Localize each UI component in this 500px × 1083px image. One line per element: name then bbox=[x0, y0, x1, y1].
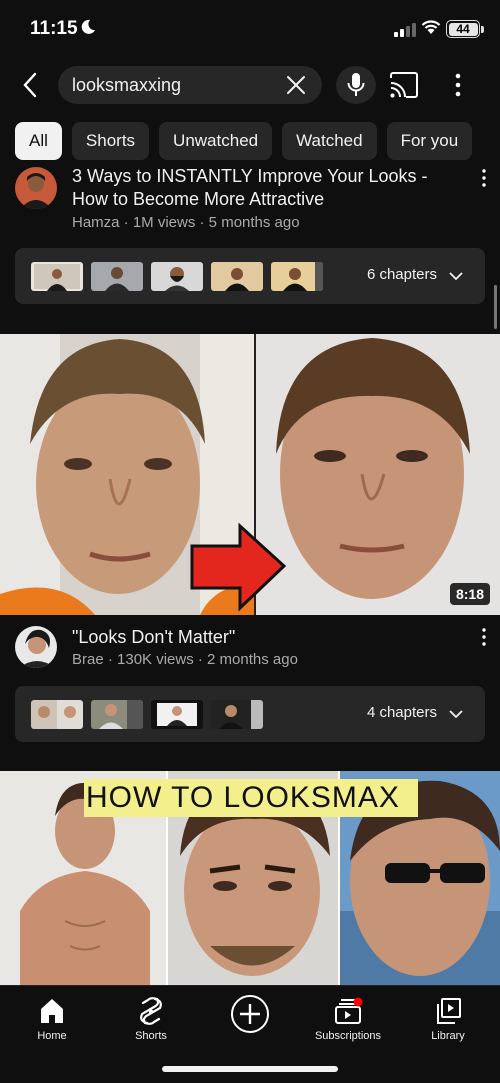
chapter-thumbnail[interactable] bbox=[211, 262, 263, 291]
video-thumbnail[interactable]: 8:18 bbox=[0, 334, 500, 615]
chapters-count: 4 chapters bbox=[366, 704, 437, 721]
nav-shorts-label: Shorts bbox=[135, 1030, 167, 1042]
cast-icon[interactable] bbox=[388, 70, 420, 100]
video-duration: 8:18 bbox=[449, 583, 490, 605]
chapter-thumbnails bbox=[31, 262, 323, 291]
chapter-thumbnail[interactable] bbox=[271, 262, 323, 291]
channel-avatar[interactable] bbox=[15, 167, 57, 209]
moon-icon bbox=[81, 19, 95, 34]
wifi-icon bbox=[421, 20, 441, 34]
chip-for-you[interactable]: For you bbox=[386, 122, 473, 160]
video-menu-icon[interactable] bbox=[479, 168, 489, 188]
channel-avatar[interactable] bbox=[15, 626, 57, 668]
clear-icon[interactable] bbox=[284, 73, 308, 97]
chapter-thumbnail[interactable] bbox=[31, 262, 83, 291]
battery-icon: 44 bbox=[446, 20, 480, 38]
battery-cap bbox=[481, 26, 484, 33]
plus-circle-icon bbox=[231, 995, 269, 1033]
chip-unwatched[interactable]: Unwatched bbox=[159, 122, 273, 160]
video-thumbnail[interactable]: HOW TO LOOKSMAX bbox=[0, 771, 500, 985]
status-bar: 11:15 44 bbox=[0, 0, 500, 60]
chapters-count: 6 chapters bbox=[366, 266, 437, 283]
chapter-thumbnail[interactable] bbox=[91, 700, 143, 729]
shorts-icon bbox=[140, 997, 162, 1025]
create-button[interactable] bbox=[200, 994, 300, 1034]
subscriptions-icon bbox=[335, 997, 363, 1024]
video-meta: Hamza · 1M views · 5 months ago bbox=[72, 214, 300, 231]
video-title-line2: How to Become More Attractive bbox=[72, 189, 325, 209]
filter-chips: All Shorts Unwatched Watched For you bbox=[15, 122, 473, 160]
voice-search-button[interactable] bbox=[336, 66, 376, 104]
chevron-down-icon bbox=[449, 710, 463, 719]
search-input[interactable]: looksmaxxing bbox=[58, 66, 322, 104]
nav-shorts[interactable]: Shorts bbox=[101, 996, 201, 1042]
video-meta: Brae · 130K views · 2 months ago bbox=[72, 651, 298, 668]
nav-library-label: Library bbox=[431, 1030, 465, 1042]
home-indicator bbox=[162, 1066, 338, 1072]
nav-subscriptions-label: Subscriptions bbox=[314, 1030, 382, 1042]
nav-home-label: Home bbox=[37, 1030, 67, 1042]
chapter-thumbnail[interactable] bbox=[91, 262, 143, 291]
search-query: looksmaxxing bbox=[72, 75, 182, 95]
home-icon bbox=[41, 999, 63, 1023]
microphone-icon bbox=[347, 73, 365, 96]
scrollbar[interactable] bbox=[494, 285, 497, 329]
chapter-thumbnail[interactable] bbox=[151, 262, 203, 291]
status-time: 11:15 bbox=[30, 18, 78, 39]
chapter-thumbnail[interactable] bbox=[211, 700, 263, 729]
video-title[interactable]: 3 Ways to INSTANTLY Improve Your Looks -… bbox=[72, 165, 427, 211]
video-title-line1: 3 Ways to INSTANTLY Improve Your Looks - bbox=[72, 166, 428, 186]
battery-level: 44 bbox=[448, 22, 478, 36]
signal-icon bbox=[394, 23, 416, 37]
chapters-bar[interactable]: 6 chapters bbox=[15, 248, 485, 304]
chip-watched[interactable]: Watched bbox=[282, 122, 377, 160]
chip-all[interactable]: All bbox=[15, 122, 62, 160]
chapter-thumbnails bbox=[31, 700, 263, 729]
chip-shorts[interactable]: Shorts bbox=[71, 122, 150, 160]
more-options-icon[interactable] bbox=[446, 70, 470, 100]
library-icon bbox=[437, 998, 461, 1024]
chevron-down-icon bbox=[449, 272, 463, 281]
chapter-thumbnail[interactable] bbox=[31, 700, 83, 729]
nav-home[interactable]: Home bbox=[2, 996, 102, 1042]
back-button[interactable] bbox=[14, 66, 46, 104]
video-title[interactable]: "Looks Don't Matter" bbox=[72, 626, 235, 649]
chevron-left-icon bbox=[23, 72, 37, 98]
video-menu-icon[interactable] bbox=[479, 627, 489, 647]
nav-library[interactable]: Library bbox=[398, 996, 498, 1042]
chapters-bar[interactable]: 4 chapters bbox=[15, 686, 485, 742]
nav-subscriptions[interactable]: Subscriptions bbox=[298, 996, 398, 1042]
thumbnail-image bbox=[0, 334, 500, 615]
thumbnail-overlay-text: HOW TO LOOKSMAX bbox=[86, 781, 400, 814]
chapter-thumbnail[interactable] bbox=[151, 700, 203, 729]
